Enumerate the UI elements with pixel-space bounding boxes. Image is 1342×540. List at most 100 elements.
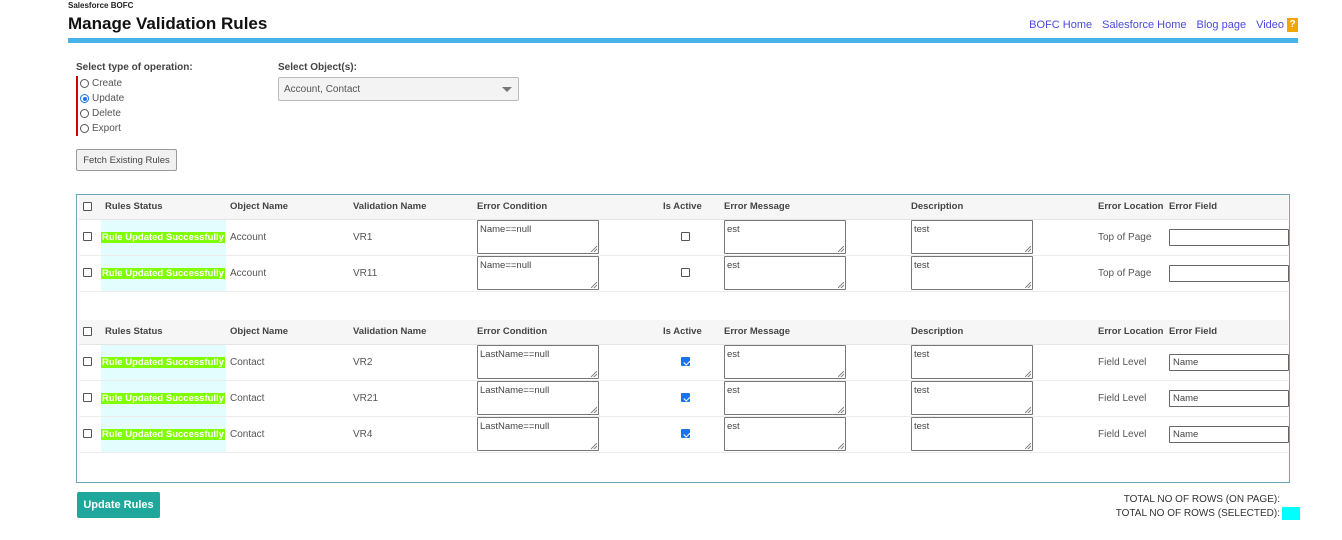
select-all-cell — [79, 320, 101, 345]
video-link[interactable]: Video — [1256, 19, 1284, 31]
error-message-cell: est — [720, 344, 907, 381]
error-location: Field Level — [1094, 344, 1165, 381]
blog-page-link[interactable]: Blog page — [1197, 19, 1247, 31]
error-message-textarea[interactable]: est — [724, 345, 846, 379]
rule-status-cell: Rule Updated Successfully — [101, 380, 226, 417]
error-message-textarea[interactable]: est — [724, 256, 846, 290]
fetch-existing-rules-button[interactable]: Fetch Existing Rules — [76, 149, 177, 171]
error-message-cell: est — [720, 380, 907, 417]
error-condition-cell: Name==null — [473, 255, 659, 292]
object-name: Account — [226, 255, 349, 292]
bofc-home-link[interactable]: BOFC Home — [1029, 19, 1092, 31]
column-header: Error Condition — [473, 320, 659, 345]
title-divider-bar — [68, 38, 1298, 43]
chevron-down-icon[interactable] — [502, 87, 512, 92]
help-icon[interactable]: ? — [1287, 18, 1298, 32]
error-location: Top of Page — [1094, 219, 1165, 256]
is-active-checkbox[interactable] — [681, 232, 690, 242]
error-location: Top of Page — [1094, 255, 1165, 292]
description-textarea[interactable]: test — [911, 256, 1033, 290]
update-rules-button[interactable]: Update Rules — [77, 492, 160, 518]
column-header: Error Condition — [473, 195, 659, 220]
error-message-cell: est — [720, 219, 907, 256]
column-header: Error Message — [720, 320, 907, 345]
error-field-cell: Name — [1165, 380, 1289, 417]
table-row: Rule Updated Successfully Account VR11 Name… — [79, 255, 1289, 292]
error-location: Field Level — [1094, 416, 1165, 453]
column-header: Error Message — [720, 195, 907, 220]
error-condition-textarea[interactable]: LastName==null — [477, 381, 599, 415]
radio-delete[interactable] — [80, 109, 89, 118]
is-active-cell — [659, 416, 720, 453]
object-select-value: Account, Contact — [284, 83, 361, 95]
object-select[interactable]: Account, Contact — [278, 77, 519, 101]
operation-option-update[interactable]: Update — [80, 91, 193, 106]
operation-option-delete[interactable]: Delete — [80, 106, 193, 121]
error-field-input[interactable]: Name — [1169, 425, 1289, 443]
error-message-textarea[interactable]: est — [724, 417, 846, 451]
error-condition-cell: Name==null — [473, 219, 659, 256]
column-header: Is Active — [659, 195, 720, 220]
description-textarea[interactable]: test — [911, 345, 1033, 379]
column-header: Error Location — [1094, 320, 1165, 345]
is-active-checkbox[interactable] — [681, 393, 690, 403]
is-active-checkbox[interactable] — [681, 357, 690, 367]
rules-table-account: Rules Status Object Name Validation Name Er… — [79, 195, 1289, 292]
operation-option-create[interactable]: Create — [80, 76, 193, 91]
error-field-input[interactable] — [1169, 264, 1289, 282]
error-field-input[interactable] — [1169, 228, 1289, 246]
select-all-checkbox[interactable] — [83, 327, 92, 337]
radio-update[interactable] — [80, 94, 89, 103]
total-rows-selected: TOTAL NO OF ROWS (SELECTED): — [1116, 507, 1300, 521]
is-active-checkbox[interactable] — [681, 268, 690, 278]
object-name: Contact — [226, 344, 349, 381]
error-field-input[interactable]: Name — [1169, 389, 1289, 407]
description-textarea[interactable]: test — [911, 417, 1033, 451]
row-select-cell — [79, 416, 101, 453]
column-header: Object Name — [226, 320, 349, 345]
row-totals: TOTAL NO OF ROWS (ON PAGE): TOTAL NO OF … — [1116, 493, 1300, 521]
is-active-checkbox[interactable] — [681, 429, 690, 439]
is-active-cell — [659, 255, 720, 292]
is-active-cell — [659, 344, 720, 381]
description-textarea[interactable]: test — [911, 220, 1033, 254]
radio-create[interactable] — [80, 79, 89, 88]
error-condition-textarea[interactable]: LastName==null — [477, 345, 599, 379]
error-condition-textarea[interactable]: Name==null — [477, 256, 599, 290]
row-select-checkbox[interactable] — [83, 357, 92, 367]
row-select-checkbox[interactable] — [83, 429, 92, 439]
column-header: Rules Status — [101, 320, 226, 345]
description-textarea[interactable]: test — [911, 381, 1033, 415]
app-name: Salesforce BOFC — [68, 1, 134, 10]
rules-table-contact: Rules Status Object Name Validation Name Er… — [79, 320, 1289, 453]
select-all-checkbox[interactable] — [83, 202, 92, 212]
rule-status-cell: Rule Updated Successfully — [101, 219, 226, 256]
column-header: Error Field — [1165, 320, 1288, 345]
rule-status: Rule Updated Successfully — [101, 428, 225, 440]
description-cell: test — [907, 344, 1094, 381]
validation-name: VR1 — [349, 219, 473, 256]
row-select-checkbox[interactable] — [83, 393, 92, 403]
error-condition-textarea[interactable]: LastName==null — [477, 417, 599, 451]
rule-status: Rule Updated Successfully — [101, 356, 225, 368]
radio-export[interactable] — [80, 124, 89, 133]
error-condition-textarea[interactable]: Name==null — [477, 220, 599, 254]
operation-option-export[interactable]: Export — [80, 121, 193, 136]
table-row: Rule Updated Successfully Account VR1 Name=… — [79, 219, 1289, 256]
rule-status: Rule Updated Successfully — [101, 231, 225, 243]
row-select-cell — [79, 219, 101, 256]
row-select-checkbox[interactable] — [83, 232, 92, 242]
validation-name: VR21 — [349, 380, 473, 417]
salesforce-home-link[interactable]: Salesforce Home — [1102, 19, 1186, 31]
error-condition-cell: LastName==null — [473, 344, 659, 381]
object-name: Contact — [226, 380, 349, 417]
error-field-input[interactable]: Name — [1169, 353, 1289, 371]
error-message-textarea[interactable]: est — [724, 220, 846, 254]
error-message-textarea[interactable]: est — [724, 381, 846, 415]
object-name: Contact — [226, 416, 349, 453]
column-header: Error Field — [1165, 195, 1288, 220]
validation-name: VR2 — [349, 344, 473, 381]
table-row: Rule Updated Successfully Contact VR4 LastN… — [79, 416, 1289, 453]
row-select-checkbox[interactable] — [83, 268, 92, 278]
error-condition-cell: LastName==null — [473, 416, 659, 453]
